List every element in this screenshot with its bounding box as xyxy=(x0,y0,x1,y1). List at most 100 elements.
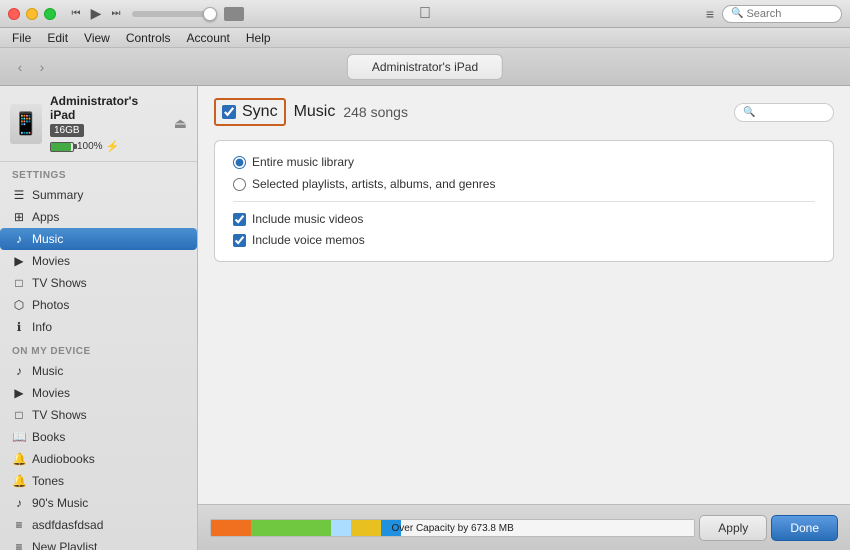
menu-account[interactable]: Account xyxy=(179,29,238,47)
device-tab[interactable]: Administrator's iPad xyxy=(347,54,503,80)
sidebar-item-d-books[interactable]: 📖 Books xyxy=(0,426,197,448)
sidebar-label-d-pl2: New Playlist xyxy=(32,540,97,550)
fast-forward-button[interactable]: ⏭ xyxy=(108,6,124,22)
sidebar-label-d-books: Books xyxy=(32,430,65,444)
sidebar-item-d-tones[interactable]: 🔔 Tones xyxy=(0,470,197,492)
forward-arrow[interactable]: › xyxy=(34,59,50,75)
done-button[interactable]: Done xyxy=(771,515,838,541)
photos-icon: ⬡ xyxy=(12,298,26,312)
sidebar-item-d-movies[interactable]: ▶ Movies xyxy=(0,382,197,404)
window-controls xyxy=(8,8,56,20)
menu-file[interactable]: File xyxy=(4,29,39,47)
sidebar-item-d-audiobooks[interactable]: 🔔 Audiobooks xyxy=(0,448,197,470)
sidebar-item-d-pl2[interactable]: ≡ New Playlist xyxy=(0,536,197,550)
d-movies-icon: ▶ xyxy=(12,386,26,400)
include-voice-checkbox[interactable] xyxy=(233,234,246,247)
entire-library-radio[interactable] xyxy=(233,156,246,169)
search-icon: 🔍 xyxy=(731,8,743,19)
radio-group: Entire music library Selected playlists,… xyxy=(233,155,815,191)
d-music-icon: ♪ xyxy=(12,364,26,378)
include-videos-checkbox[interactable] xyxy=(233,213,246,226)
maximize-button[interactable] xyxy=(44,8,56,20)
sidebar-item-music[interactable]: ♪ Music xyxy=(0,228,197,250)
sidebar: 📱 Administrator's iPad 16GB 100% ⚡ ⏏ Set… xyxy=(0,86,198,550)
song-count: 248 songs xyxy=(343,104,408,120)
d-tones-icon: 🔔 xyxy=(12,474,26,488)
music-search-box[interactable]: 🔍 xyxy=(734,103,834,122)
d-books-icon: 📖 xyxy=(12,430,26,444)
menu-view[interactable]: View xyxy=(76,29,118,47)
sidebar-item-tvshows[interactable]: □ TV Shows xyxy=(0,272,197,294)
progress-thumb xyxy=(203,7,217,21)
include-videos-option[interactable]: Include music videos xyxy=(233,212,815,226)
playback-progress[interactable] xyxy=(132,11,212,17)
back-arrow[interactable]: ‹ xyxy=(12,59,28,75)
divider xyxy=(233,201,815,202)
battery-charging-icon: ⚡ xyxy=(106,140,120,153)
close-button[interactable] xyxy=(8,8,20,20)
device-header: 📱 Administrator's iPad 16GB 100% ⚡ ⏏ xyxy=(0,86,197,162)
sync-label: Sync xyxy=(242,103,278,121)
capacity-bar: Over Capacity by 673.8 MB xyxy=(210,519,695,537)
sidebar-label-movies: Movies xyxy=(32,254,70,268)
sidebar-label-tvshows: TV Shows xyxy=(32,276,87,290)
eject-button[interactable]: ⏏ xyxy=(174,115,187,132)
sidebar-label-summary: Summary xyxy=(32,188,83,202)
list-icon[interactable]: ≡ xyxy=(706,6,714,22)
device-info: Administrator's iPad 16GB 100% ⚡ xyxy=(50,94,166,153)
play-button[interactable]: ▶ xyxy=(88,6,104,22)
battery-percent: 100% xyxy=(77,141,103,152)
playback-controls: ⏮ ▶ ⏭ xyxy=(68,6,244,22)
main-layout: 📱 Administrator's iPad 16GB 100% ⚡ ⏏ Set… xyxy=(0,86,850,550)
minimize-button[interactable] xyxy=(26,8,38,20)
over-capacity-label: Over Capacity by 673.8 MB xyxy=(211,520,694,537)
search-box[interactable]: 🔍 xyxy=(722,5,842,23)
battery: 100% ⚡ xyxy=(50,140,166,153)
on-device-section-label: On My Device xyxy=(0,338,197,360)
sidebar-label-music: Music xyxy=(32,232,63,246)
search-input[interactable] xyxy=(746,8,836,20)
menu-edit[interactable]: Edit xyxy=(39,29,76,47)
sidebar-label-d-tvshows: TV Shows xyxy=(32,408,87,422)
sidebar-item-d-tvshows[interactable]: □ TV Shows xyxy=(0,404,197,426)
sync-options: Entire music library Selected playlists,… xyxy=(214,140,834,262)
movies-icon: ▶ xyxy=(12,254,26,268)
sidebar-item-photos[interactable]: ⬡ Photos xyxy=(0,294,197,316)
rewind-button[interactable]: ⏮ xyxy=(68,6,84,22)
music-label: Music xyxy=(294,103,336,121)
title-bar: ⏮ ▶ ⏭  ≡ 🔍 xyxy=(0,0,850,28)
content-area: Sync Music 248 songs 🔍 Entire music libr… xyxy=(198,86,850,550)
include-voice-option[interactable]: Include voice memos xyxy=(233,233,815,247)
info-icon: ℹ xyxy=(12,320,26,334)
sidebar-label-d-90s: 90's Music xyxy=(32,496,88,510)
selected-option[interactable]: Selected playlists, artists, albums, and… xyxy=(233,177,815,191)
selected-radio[interactable] xyxy=(233,178,246,191)
device-name: Administrator's iPad xyxy=(50,94,166,122)
check-options: Include music videos Include voice memos xyxy=(233,212,815,247)
screen-button[interactable] xyxy=(224,7,244,21)
sidebar-item-d-music[interactable]: ♪ Music xyxy=(0,360,197,382)
sync-checkbox[interactable] xyxy=(222,105,236,119)
sidebar-item-d-90s[interactable]: ♪ 90's Music xyxy=(0,492,197,514)
apps-icon: ⊞ xyxy=(12,210,26,224)
sidebar-label-d-audiobooks: Audiobooks xyxy=(32,452,95,466)
sidebar-item-movies[interactable]: ▶ Movies xyxy=(0,250,197,272)
settings-section-label: Settings xyxy=(0,162,197,184)
apply-button[interactable]: Apply xyxy=(699,515,767,541)
bottom-bar: Over Capacity by 673.8 MB Apply Done xyxy=(198,504,850,550)
tv-icon: □ xyxy=(12,276,26,290)
include-voice-label: Include voice memos xyxy=(252,233,365,247)
sidebar-item-summary[interactable]: ☰ Summary xyxy=(0,184,197,206)
sidebar-label-info: Info xyxy=(32,320,52,334)
sidebar-item-apps[interactable]: ⊞ Apps xyxy=(0,206,197,228)
sidebar-item-d-pl1[interactable]: ≡ asdfdasfdsad xyxy=(0,514,197,536)
sync-panel: Sync Music 248 songs 🔍 Entire music libr… xyxy=(198,86,850,504)
sidebar-label-apps: Apps xyxy=(32,210,59,224)
menu-controls[interactable]: Controls xyxy=(118,29,179,47)
menu-help[interactable]: Help xyxy=(238,29,279,47)
include-videos-label: Include music videos xyxy=(252,212,363,226)
entire-library-option[interactable]: Entire music library xyxy=(233,155,815,169)
apple-logo:  xyxy=(419,5,431,23)
sidebar-item-info[interactable]: ℹ Info xyxy=(0,316,197,338)
sync-header: Sync Music 248 songs 🔍 xyxy=(214,98,834,126)
